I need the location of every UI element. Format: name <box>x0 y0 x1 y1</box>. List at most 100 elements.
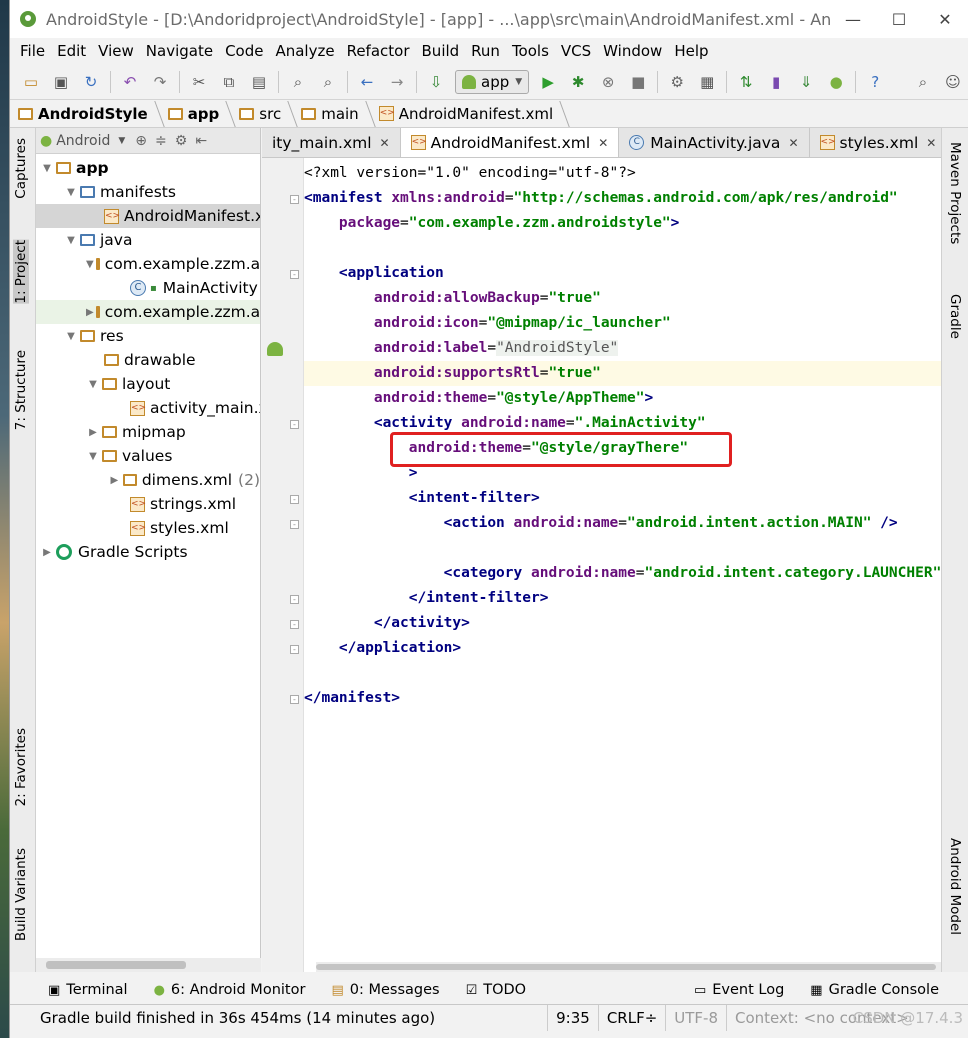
menu-navigate[interactable]: Navigate <box>140 42 219 60</box>
close-icon[interactable]: ✕ <box>788 136 798 150</box>
tab-project[interactable]: 1: Project <box>13 240 29 304</box>
copy-icon[interactable]: ⧉ <box>217 70 241 94</box>
caret-position[interactable]: 9:35 <box>547 1004 598 1031</box>
gradle-sync-icon[interactable]: ⇅ <box>734 70 758 94</box>
help-icon[interactable]: ? <box>863 70 887 94</box>
search-everywhere-icon[interactable]: ⌕ <box>911 70 935 94</box>
tab-todo[interactable]: ☑ TODO <box>466 982 527 998</box>
breadcrumb-main[interactable]: main <box>295 105 372 123</box>
minimize-button[interactable]: — <box>830 0 876 38</box>
code-text[interactable]: <?xml version="1.0" encoding="utf-8"?> <… <box>304 158 942 958</box>
cut-icon[interactable]: ✂ <box>187 70 211 94</box>
tree-item[interactable]: ▼ layout <box>36 372 260 396</box>
menu-build[interactable]: Build <box>416 42 466 60</box>
tab-android-monitor[interactable]: ● 6: Android Monitor <box>154 982 306 998</box>
fold-marker-icon[interactable]: - <box>290 420 299 429</box>
tab-maven-projects[interactable]: Maven Projects <box>947 142 963 244</box>
menu-window[interactable]: Window <box>597 42 668 60</box>
fold-marker-icon[interactable]: - <box>290 495 299 504</box>
tab-build-variants[interactable]: Build Variants <box>13 848 29 941</box>
tree-item[interactable]: ▼ values <box>36 444 260 468</box>
line-separator-select[interactable]: CRLF÷ <box>597 1004 665 1031</box>
tab-captures[interactable]: Captures <box>13 138 29 199</box>
fold-marker-icon[interactable]: - <box>290 620 299 629</box>
close-button[interactable]: ✕ <box>922 0 968 38</box>
run-configuration-select[interactable]: app ▼ <box>455 69 530 94</box>
tree-item[interactable]: ▼ com.example.zzm.a <box>36 252 260 276</box>
paste-icon[interactable]: ▤ <box>247 70 271 94</box>
undo-icon[interactable]: ↶ <box>118 70 142 94</box>
scrollbar-thumb[interactable] <box>46 961 186 969</box>
close-icon[interactable]: ✕ <box>598 136 608 150</box>
tree-item[interactable]: ▼ app <box>36 156 260 180</box>
breadcrumb-src[interactable]: src <box>233 105 295 123</box>
back-icon[interactable]: ← <box>355 70 379 94</box>
tree-item[interactable]: ▶ com.example.zzm.a <box>36 300 260 324</box>
fold-marker-icon[interactable]: - <box>290 695 299 704</box>
tree-item[interactable]: ▼ java <box>36 228 260 252</box>
encoding-select[interactable]: UTF-8 <box>665 1004 726 1031</box>
menu-analyze[interactable]: Analyze <box>269 42 340 60</box>
menu-edit[interactable]: Edit <box>51 42 92 60</box>
tree-item[interactable]: ▶ mipmap <box>36 420 260 444</box>
horizontal-scrollbar[interactable] <box>36 958 261 972</box>
breadcrumb-file[interactable]: <> AndroidManifest.xml <box>373 105 567 123</box>
tab-terminal[interactable]: ▣ Terminal <box>48 982 128 998</box>
tree-item[interactable]: ▶ Gradle Scripts <box>36 540 260 564</box>
gear-icon[interactable]: ⚙ <box>175 133 188 149</box>
tab-favorites[interactable]: 2: Favorites <box>13 728 29 806</box>
tab-messages[interactable]: ▤ 0: Messages <box>331 982 439 998</box>
menu-refactor[interactable]: Refactor <box>341 42 416 60</box>
tab-gradle-console[interactable]: ▦ Gradle Console <box>810 982 939 998</box>
forward-icon[interactable]: → <box>385 70 409 94</box>
stop-icon[interactable]: ■ <box>626 70 650 94</box>
menu-tools[interactable]: Tools <box>506 42 555 60</box>
tree-item[interactable]: ▶ dimens.xml (2) <box>36 468 260 492</box>
settings-icon[interactable]: ⚙ <box>665 70 689 94</box>
breadcrumb-project[interactable]: AndroidStyle <box>18 105 162 123</box>
fold-marker-icon[interactable]: - <box>290 595 299 604</box>
scroll-from-source-icon[interactable]: ⊕ <box>135 133 147 149</box>
make-project-icon[interactable]: ⇩ <box>424 70 448 94</box>
sdk-manager-icon[interactable]: ⇓ <box>794 70 818 94</box>
open-folder-icon[interactable]: ▭ <box>19 70 43 94</box>
run-icon[interactable]: ▶ <box>536 70 560 94</box>
fold-marker-icon[interactable]: - <box>290 195 299 204</box>
hide-panel-icon[interactable]: ⇤ <box>195 133 207 149</box>
save-icon[interactable]: ▣ <box>49 70 73 94</box>
fold-marker-icon[interactable]: - <box>290 520 299 529</box>
close-icon[interactable]: ✕ <box>380 136 390 150</box>
project-view-selector[interactable]: ● Android ▼ <box>40 133 131 149</box>
tree-item[interactable]: <>activity_main.xml <box>36 396 260 420</box>
tab-event-log[interactable]: ▭ Event Log <box>694 982 784 998</box>
attach-debugger-icon[interactable]: ⊗ <box>596 70 620 94</box>
tree-item[interactable]: drawable <box>36 348 260 372</box>
menu-vcs[interactable]: VCS <box>555 42 597 60</box>
menu-file[interactable]: File <box>14 42 51 60</box>
tree-item-selected[interactable]: <>AndroidManifest.xml <box>36 204 260 228</box>
scrollbar-thumb[interactable] <box>316 964 936 970</box>
editor-horizontal-scrollbar[interactable] <box>316 962 942 972</box>
tab-main-activity[interactable]: C MainActivity.java ✕ <box>619 128 810 157</box>
replace-icon[interactable]: ⌕ <box>316 70 340 94</box>
breadcrumb-module[interactable]: app <box>162 105 234 123</box>
tree-item[interactable]: C ▪ MainActivity <box>36 276 260 300</box>
maximize-button[interactable]: ☐ <box>876 0 922 38</box>
close-icon[interactable]: ✕ <box>926 136 936 150</box>
tree-item[interactable]: <> styles.xml <box>36 516 260 540</box>
find-icon[interactable]: ⌕ <box>286 70 310 94</box>
tab-android-model[interactable]: Android Model <box>947 838 963 935</box>
tree-item[interactable]: ▼ res <box>36 324 260 348</box>
tree-item[interactable]: ▼ manifests <box>36 180 260 204</box>
collapse-all-icon[interactable]: ≑ <box>155 133 167 149</box>
user-icon[interactable]: ☺ <box>941 70 965 94</box>
sync-icon[interactable]: ↻ <box>79 70 103 94</box>
menu-view[interactable]: View <box>92 42 140 60</box>
android-monitor-icon[interactable]: ● <box>824 70 848 94</box>
tab-gradle[interactable]: Gradle <box>947 294 963 339</box>
fold-marker-icon[interactable]: - <box>290 270 299 279</box>
avd-manager-icon[interactable]: ▮ <box>764 70 788 94</box>
project-structure-icon[interactable]: ▦ <box>695 70 719 94</box>
tab-styles[interactable]: <> styles.xml ✕ <box>810 128 943 157</box>
fold-marker-icon[interactable]: - <box>290 645 299 654</box>
